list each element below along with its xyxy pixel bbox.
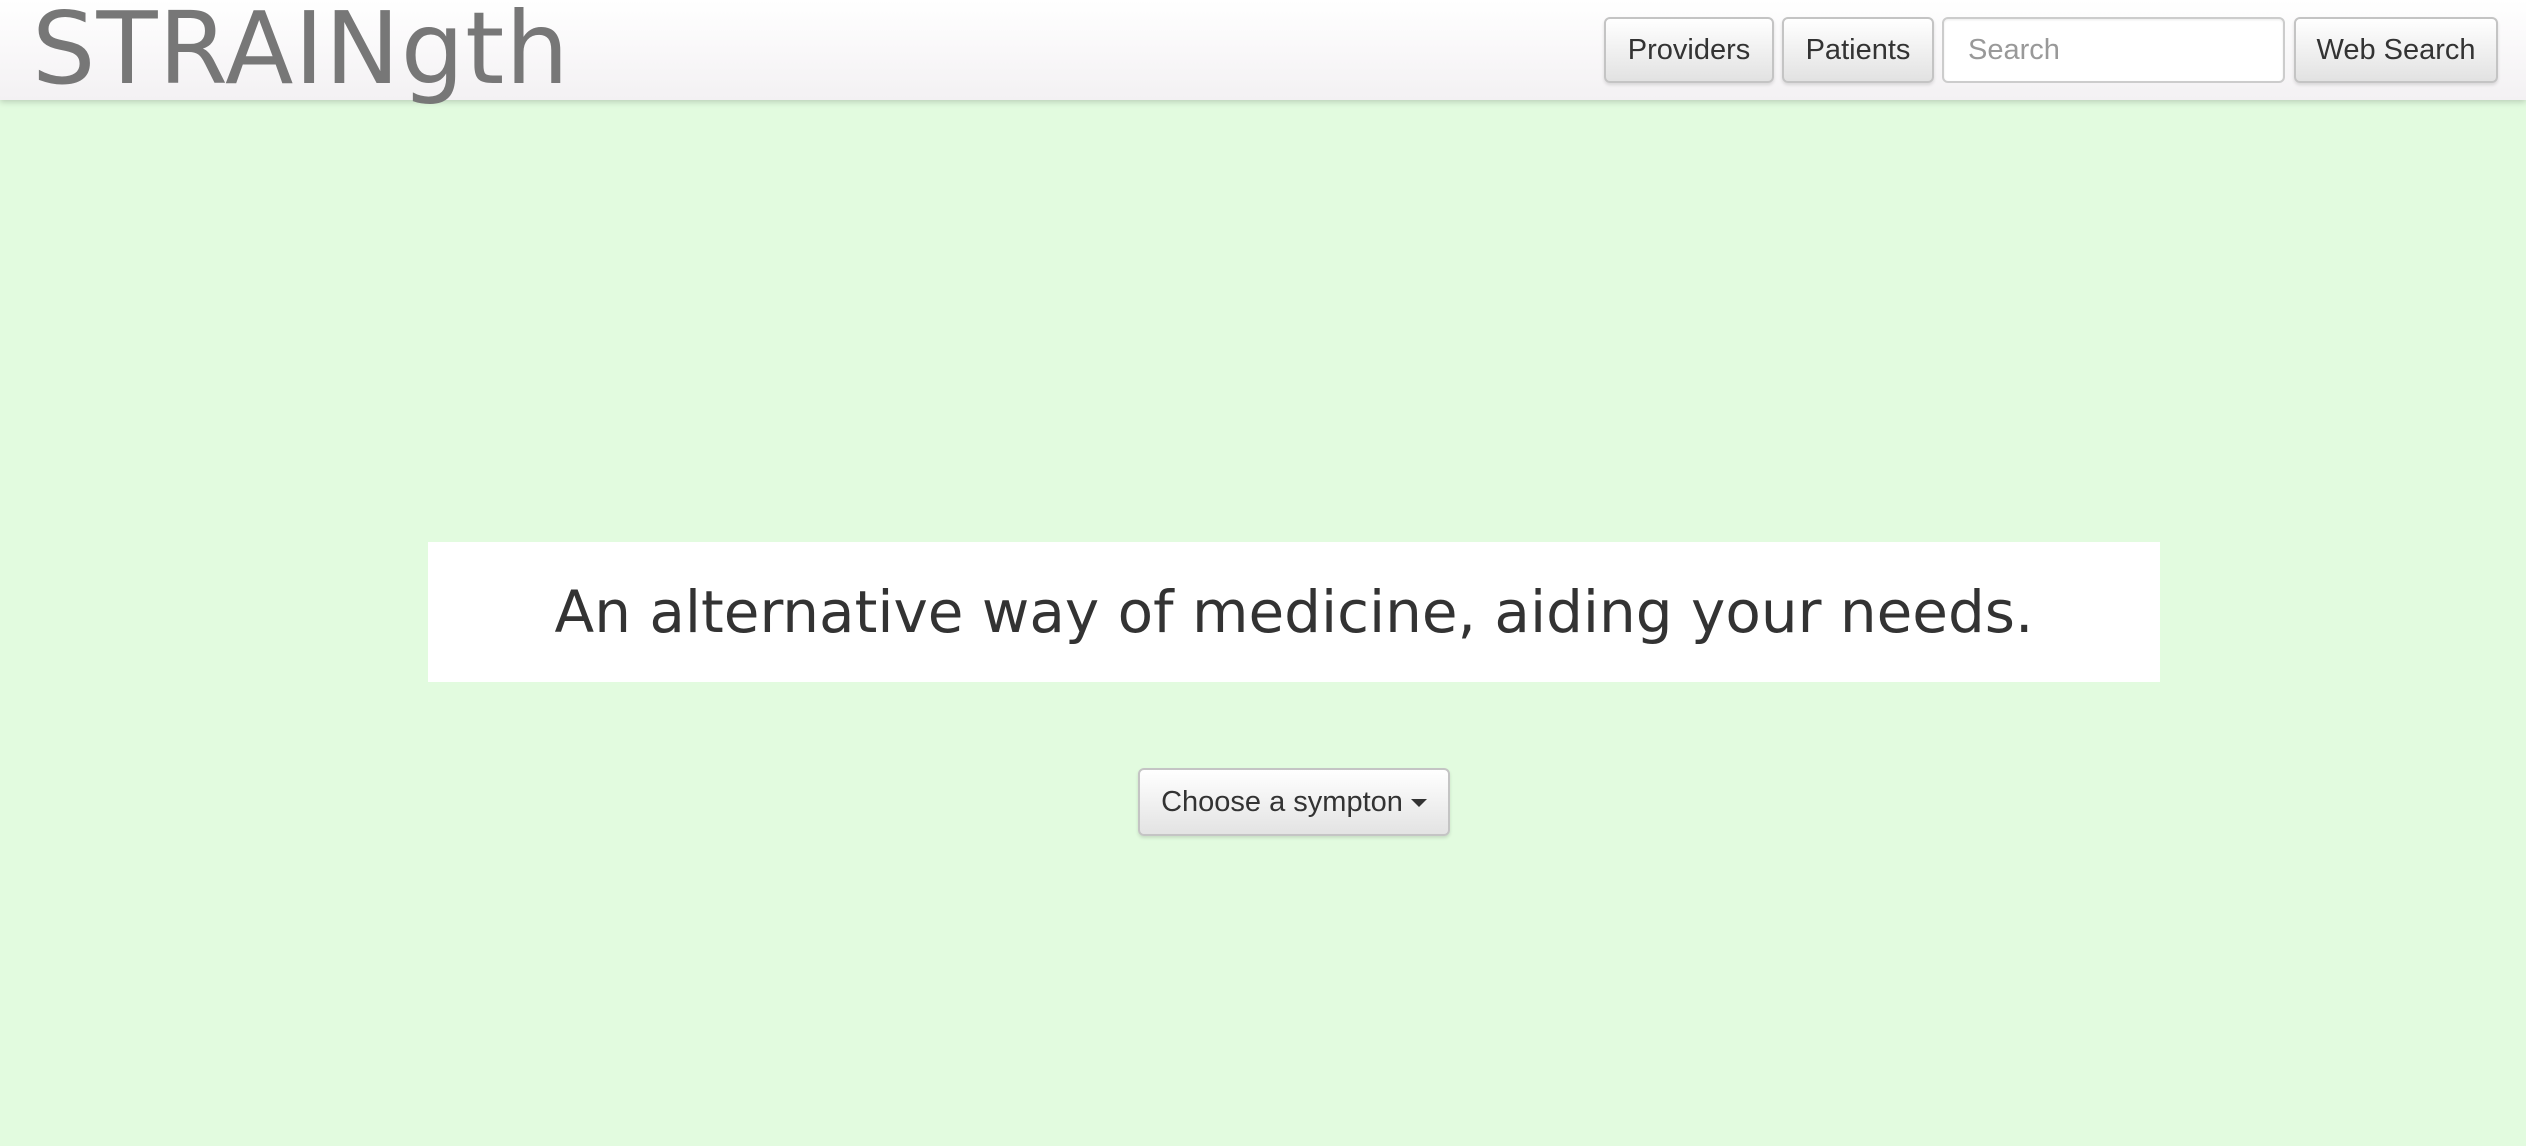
providers-button[interactable]: Providers bbox=[1604, 17, 1774, 83]
tagline-banner: An alternative way of medicine, aiding y… bbox=[428, 542, 2160, 682]
caret-down-icon bbox=[1410, 799, 1427, 807]
symptom-dropdown-label: Choose a sympton bbox=[1161, 785, 1403, 818]
symptom-dropdown-button[interactable]: Choose a sympton bbox=[1138, 768, 1450, 836]
tagline-text: An alternative way of medicine, aiding y… bbox=[554, 578, 2034, 646]
navbar: STRAINgth Providers Patients Web Search bbox=[0, 0, 2526, 104]
search-input[interactable] bbox=[1942, 17, 2285, 83]
web-search-button[interactable]: Web Search bbox=[2294, 17, 2498, 83]
brand-logo[interactable]: STRAINgth bbox=[32, 0, 570, 104]
patients-button[interactable]: Patients bbox=[1782, 17, 1934, 83]
